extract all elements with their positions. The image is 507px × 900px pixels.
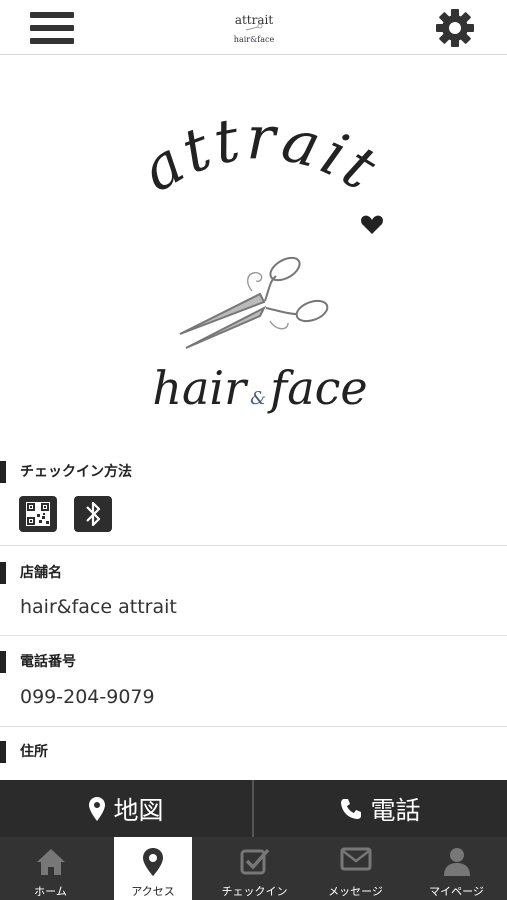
- bluetooth-icon[interactable]: [74, 496, 112, 532]
- user-icon: [443, 847, 471, 880]
- shop-name-section: 店舗名 hair&face attrait: [0, 546, 507, 636]
- call-button-label: 電話: [370, 795, 421, 825]
- phone-value[interactable]: 099-204-9079: [20, 686, 155, 708]
- phone-section: 電話番号 099-204-9079: [0, 636, 507, 727]
- call-button[interactable]: 電話: [254, 780, 507, 837]
- map-button[interactable]: 地図: [0, 780, 253, 837]
- address-section: 住所: [0, 727, 507, 787]
- app-header: attrait hair&face: [0, 0, 507, 55]
- shop-logo: attrait hair &face: [130, 116, 391, 415]
- address-label: 住所: [0, 741, 48, 763]
- hamburger-menu-icon[interactable]: [30, 10, 74, 46]
- header-logo: attrait hair&face: [224, 6, 284, 48]
- tab-mypage[interactable]: マイページ: [406, 837, 507, 900]
- shop-name-label: 店舗名: [0, 562, 62, 584]
- svg-text:attrait: attrait: [130, 116, 391, 206]
- tab-checkin[interactable]: チェックイン: [204, 837, 305, 900]
- scissors-icon: [179, 256, 329, 349]
- checkin-label: チェックイン方法: [0, 461, 132, 483]
- map-pin-icon: [142, 847, 164, 880]
- shop-name-value: hair&face attrait: [20, 596, 177, 618]
- phone-icon: [340, 798, 362, 820]
- map-pin-icon: [89, 796, 106, 821]
- svg-text:hair&face: hair&face: [152, 361, 367, 415]
- shop-logo-area: attrait hair &face: [0, 56, 507, 448]
- svg-text:hair&face: hair&face: [234, 35, 275, 44]
- gear-icon[interactable]: [433, 6, 477, 50]
- map-button-label: 地図: [113, 795, 164, 825]
- heart-icon: [361, 215, 383, 234]
- tab-access[interactable]: アクセス: [114, 837, 192, 900]
- qr-code-icon[interactable]: [19, 496, 57, 532]
- action-bar: 地図 電話: [0, 780, 507, 837]
- checkin-icon: [240, 847, 270, 878]
- tab-message[interactable]: メッセージ: [305, 837, 406, 900]
- phone-label: 電話番号: [0, 651, 76, 673]
- mail-icon: [340, 847, 372, 874]
- home-icon: [35, 847, 67, 880]
- bottom-tab-bar: ホーム アクセス チェックイン メッセージ マイページ: [0, 837, 507, 900]
- tab-home[interactable]: ホーム: [0, 837, 101, 900]
- svg-text:attrait: attrait: [235, 13, 274, 27]
